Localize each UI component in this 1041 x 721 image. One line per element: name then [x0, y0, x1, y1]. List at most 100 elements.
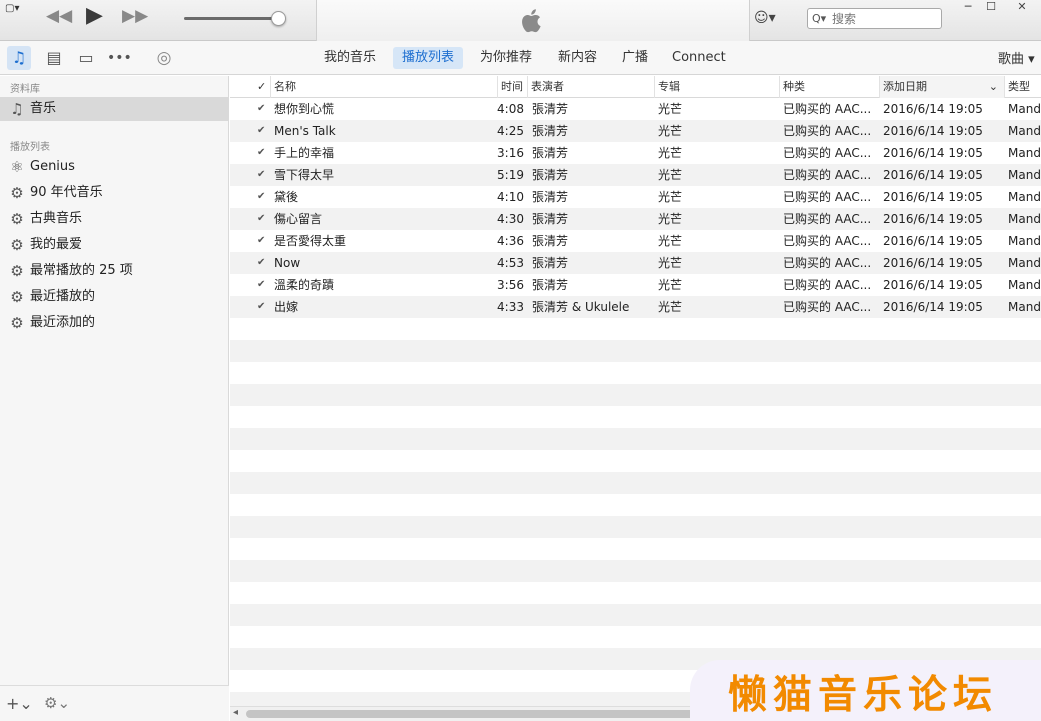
date-added-label: 添加日期: [883, 80, 927, 93]
cell-name: 溫柔的奇蹟: [274, 278, 335, 292]
music-note-icon[interactable]: ♫: [7, 46, 31, 70]
table-row[interactable]: ✔ Now 4:53 張清芳 光芒 已购买的 AAC... 2016/6/14 19:05 M…: [230, 252, 1041, 274]
cell-artist: 張清芳 & Ukulele: [532, 300, 630, 314]
time-column-header[interactable]: 时间: [497, 76, 527, 98]
cell-artist: 張清芳: [532, 278, 569, 292]
close-button[interactable]: ✕: [1003, 0, 1041, 17]
scroll-left-arrow-icon[interactable]: ◂: [233, 707, 238, 718]
sidebar-item-favorites[interactable]: ⚙ 我的最爱: [0, 233, 229, 257]
cell-name: 傷心留言: [274, 212, 323, 226]
row-checkbox-icon[interactable]: ✔: [257, 164, 265, 186]
cell-album: 光芒: [658, 300, 683, 314]
cell-date-added: 2016/6/14 19:05: [883, 168, 983, 182]
film-icon[interactable]: ▤: [42, 46, 66, 70]
maximize-button[interactable]: ☐: [980, 0, 1002, 17]
table-row[interactable]: ✔ 想你到心慌 4:08 張清芳 光芒 已购买的 AAC... 2016/6/14 19:0…: [230, 98, 1041, 120]
search-icon[interactable]: Q▾: [812, 12, 826, 25]
sidebar-item-label: 最近播放的: [30, 289, 96, 304]
more-icon[interactable]: •••: [107, 46, 132, 70]
check-column-header[interactable]: ✓: [254, 76, 270, 98]
row-checkbox-icon[interactable]: ✔: [257, 296, 265, 318]
apple-logo-icon: [522, 9, 541, 33]
account-button[interactable]: ☺▾: [754, 10, 776, 26]
sidebar-item-classical[interactable]: ⚙ 古典音乐: [0, 207, 229, 231]
play-icon[interactable]: ▶: [86, 5, 103, 27]
row-checkbox-icon[interactable]: ✔: [257, 208, 265, 230]
row-checkbox-icon[interactable]: ✔: [257, 98, 265, 120]
sidebar-item-label: 最近添加的: [30, 315, 96, 330]
table-row[interactable]: ✔ 是否愛得太重 4:36 張清芳 光芒 已购买的 AAC... 2016/6/14 19:…: [230, 230, 1041, 252]
album-column-header[interactable]: 专辑: [654, 76, 779, 98]
sidebar-item-top-25[interactable]: ⚙ 最常播放的 25 项: [0, 259, 229, 283]
sidebar-item-90s-music[interactable]: ⚙ 90 年代音乐: [0, 181, 229, 205]
sidebar-item-genius[interactable]: ⚛ Genius: [0, 155, 229, 179]
radio-icon[interactable]: ◎: [152, 46, 176, 70]
cell-name: 想你到心慌: [274, 102, 335, 116]
cell-genre: Mandarin: [1008, 234, 1041, 248]
search-box[interactable]: Q▾: [807, 8, 942, 29]
cell-date-added: 2016/6/14 19:05: [883, 234, 983, 248]
cell-kind: 已购买的 AAC...: [783, 212, 872, 226]
table-row[interactable]: ✔ Men's Talk 4:25 張清芳 光芒 已购买的 AAC... 2016/6/14…: [230, 120, 1041, 142]
table-row[interactable]: ✔ 溫柔的奇蹟 3:56 張清芳 光芒 已购买的 AAC... 2016/6/14 19:0…: [230, 274, 1041, 296]
row-checkbox-icon[interactable]: ✔: [257, 230, 265, 252]
cell-date-added: 2016/6/14 19:05: [883, 124, 983, 138]
cell-date-added: 2016/6/14 19:05: [883, 300, 983, 314]
cell-genre: Mandarin: [1008, 102, 1041, 116]
kind-column-header[interactable]: 种类: [779, 76, 879, 98]
row-checkbox-icon[interactable]: ✔: [257, 120, 265, 142]
search-input[interactable]: [832, 10, 938, 27]
volume-slider[interactable]: [184, 17, 278, 20]
view-select[interactable]: 歌曲 ▾: [998, 48, 1035, 67]
genre-column-header[interactable]: 类型: [1004, 76, 1041, 98]
row-checkbox-icon[interactable]: ✔: [257, 274, 265, 296]
cell-kind: 已购买的 AAC...: [783, 190, 872, 204]
cell-name: 是否愛得太重: [274, 234, 347, 248]
add-playlist-button[interactable]: +⌄: [6, 694, 33, 713]
cell-time: 4:33: [497, 300, 524, 314]
tv-icon[interactable]: ▭: [74, 46, 98, 70]
cell-artist: 張清芳: [532, 234, 569, 248]
row-checkbox-icon[interactable]: ✔: [257, 142, 265, 164]
table-row[interactable]: ✔ 手上的幸福 3:16 張清芳 光芒 已购买的 AAC... 2016/6/14 19:0…: [230, 142, 1041, 164]
library-header: 资料库: [10, 84, 40, 95]
volume-slider-knob[interactable]: [271, 11, 286, 26]
sidebar-item-recently-added[interactable]: ⚙ 最近添加的: [0, 311, 229, 335]
minimize-button[interactable]: ─: [957, 0, 979, 17]
itunes-window: ▢▾ ◀◀ ▶ ▶▶ ☺▾ Q▾ ─ ☐ ✕ ♫ ▤ ▭ ••• ◎ 我的音乐 …: [0, 0, 1041, 721]
tab-playlists[interactable]: 播放列表: [393, 47, 464, 69]
row-checkbox-icon[interactable]: ✔: [257, 252, 265, 274]
table-row[interactable]: ✔ 雪下得太早 5:19 張清芳 光芒 已购买的 AAC... 2016/6/14 19:0…: [230, 164, 1041, 186]
previous-track-icon[interactable]: ◀◀: [46, 8, 72, 25]
sidebar-item-music[interactable]: ♫ 音乐: [0, 97, 229, 121]
row-checkbox-icon[interactable]: ✔: [257, 186, 265, 208]
cell-kind: 已购买的 AAC...: [783, 234, 872, 248]
table-row[interactable]: ✔ 傷心留言 4:30 張清芳 光芒 已购买的 AAC... 2016/6/14 19:05…: [230, 208, 1041, 230]
tab-for-you[interactable]: 为你推荐: [471, 47, 541, 69]
watermark-text: 懒猫音乐论坛: [728, 672, 999, 718]
smart-playlist-gear-icon: ⚙: [10, 262, 24, 280]
cell-name: 手上的幸福: [274, 146, 335, 160]
now-playing-display: [316, 0, 750, 41]
cell-date-added: 2016/6/14 19:05: [883, 146, 983, 160]
cell-time: 3:16: [497, 146, 524, 160]
tab-my-music[interactable]: 我的音乐: [315, 47, 385, 69]
artist-column-header[interactable]: 表演者: [527, 76, 654, 98]
table-row[interactable]: ✔ 出嫁 4:33 張清芳 & Ukulele 光芒 已购买的 AAC... 2016/6/…: [230, 296, 1041, 318]
cell-time: 4:53: [497, 256, 524, 270]
cell-date-added: 2016/6/14 19:05: [883, 212, 983, 226]
next-track-icon[interactable]: ▶▶: [122, 8, 148, 25]
tab-new[interactable]: 新内容: [549, 47, 606, 69]
date-added-column-header[interactable]: 添加日期 ⌄: [879, 76, 1004, 98]
music-note-icon: ♫: [10, 100, 24, 118]
sidebar-item-recently-played[interactable]: ⚙ 最近播放的: [0, 285, 229, 309]
cell-kind: 已购买的 AAC...: [783, 124, 872, 138]
menu-icon[interactable]: ▢▾: [5, 3, 31, 17]
settings-gear-icon[interactable]: ⚙⌄: [44, 694, 70, 712]
table-row[interactable]: ✔ 黛後 4:10 張清芳 光芒 已购买的 AAC... 2016/6/14 19:05 Ma…: [230, 186, 1041, 208]
tab-radio[interactable]: 广播: [613, 47, 657, 69]
tab-connect[interactable]: Connect: [663, 47, 735, 69]
watermark: 懒猫音乐论坛: [690, 660, 1041, 721]
cell-album: 光芒: [658, 212, 683, 226]
name-column-header[interactable]: 名称: [270, 76, 497, 98]
